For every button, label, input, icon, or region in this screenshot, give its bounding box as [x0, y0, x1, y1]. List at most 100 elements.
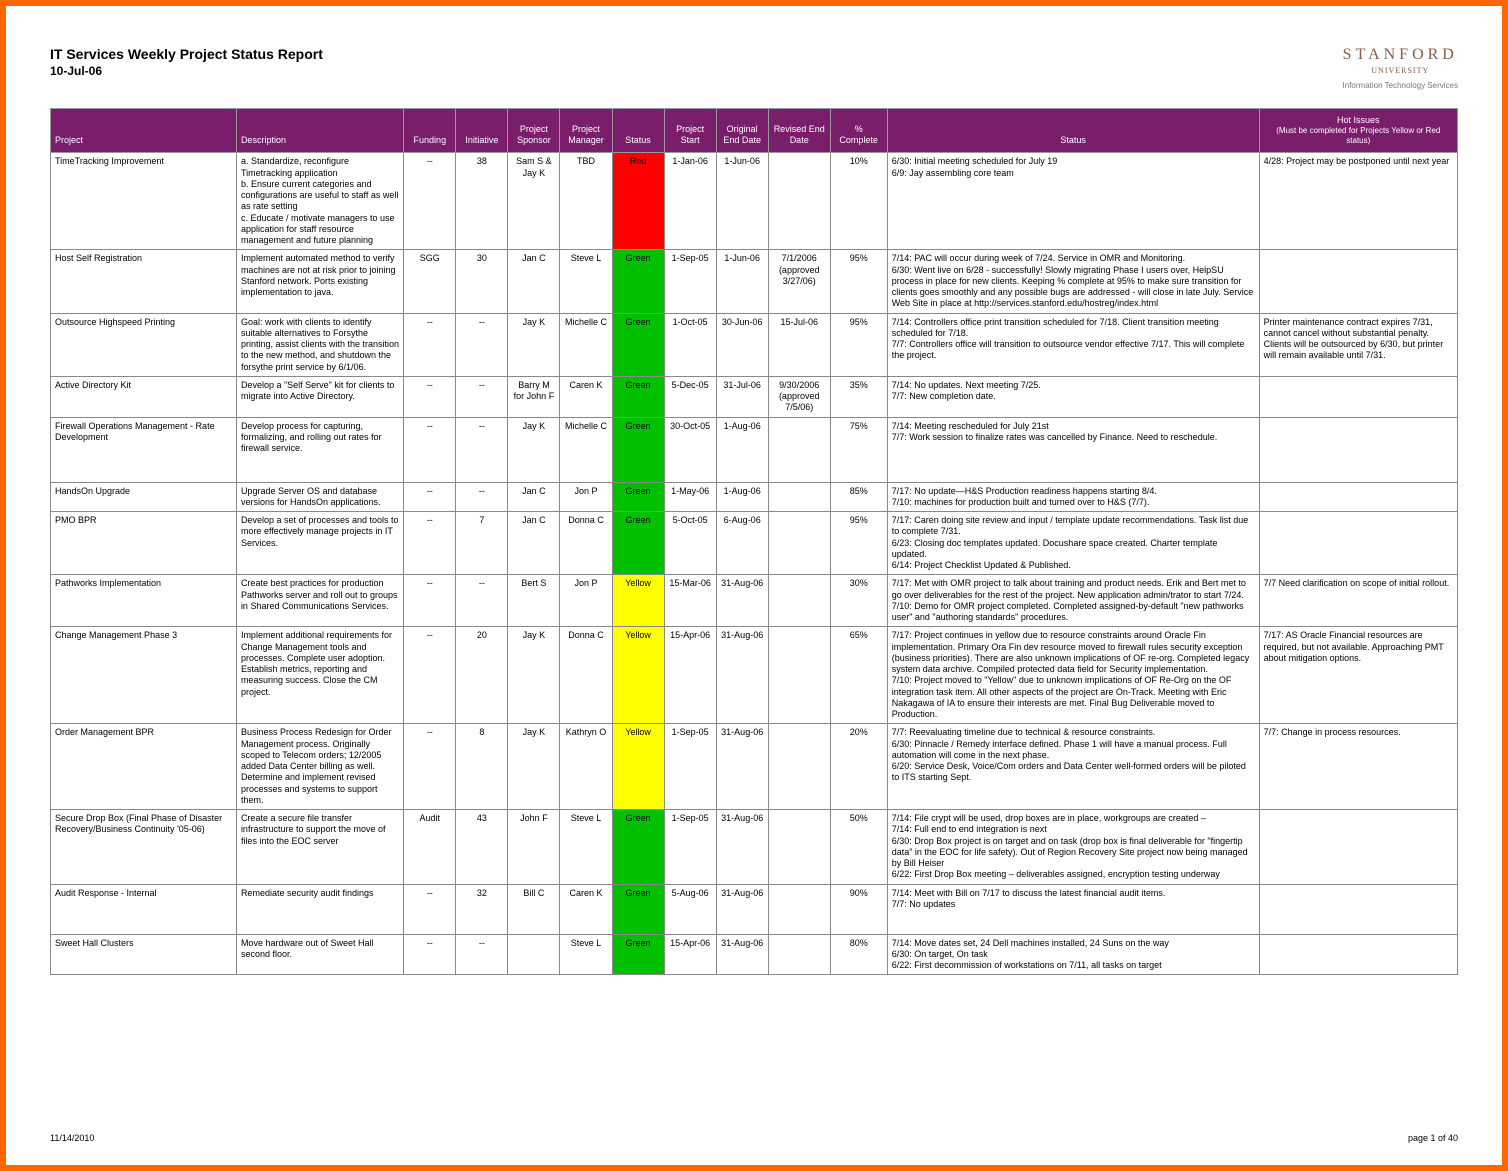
complete-cell: 95%: [830, 250, 887, 313]
start-cell: 5-Dec-05: [664, 376, 716, 417]
funding-cell: --: [404, 512, 456, 575]
table-row: Audit Response - InternalRemediate secur…: [51, 884, 1458, 934]
initiative-cell: 8: [456, 724, 508, 810]
table-body: TimeTracking Improvementa. Standardize, …: [51, 153, 1458, 975]
col-description: Description: [236, 109, 403, 153]
start-cell: 15-Mar-06: [664, 575, 716, 627]
status-cell: Green: [612, 417, 664, 482]
manager-cell: Michelle C: [560, 417, 612, 482]
sponsor-cell: Jay K: [508, 313, 560, 376]
report-header: IT Services Weekly Project Status Report…: [50, 46, 1458, 90]
funding-cell: --: [404, 884, 456, 934]
orig-end-cell: 30-Jun-06: [716, 313, 768, 376]
sponsor-cell: Bert S: [508, 575, 560, 627]
orig-end-cell: 6-Aug-06: [716, 512, 768, 575]
status-text-cell: 7/14: Meeting rescheduled for July 21st …: [887, 417, 1259, 482]
sponsor-cell: John F: [508, 810, 560, 885]
orig-end-cell: 31-Jul-06: [716, 376, 768, 417]
orig-end-cell: 31-Aug-06: [716, 724, 768, 810]
table-header: Project Description Funding Initiative P…: [51, 109, 1458, 153]
col-hot-issues: Hot Issues (Must be completed for Projec…: [1259, 109, 1457, 153]
description-cell: Business Process Redesign for Order Mana…: [236, 724, 403, 810]
brand-sub: UNIVERSITY: [1343, 66, 1458, 75]
initiative-cell: --: [456, 482, 508, 512]
funding-cell: --: [404, 482, 456, 512]
hot-header-sub: (Must be completed for Projects Yellow o…: [1264, 126, 1453, 146]
col-initiative: Initiative: [456, 109, 508, 153]
start-cell: 1-Sep-05: [664, 250, 716, 313]
project-cell: Firewall Operations Management - Rate De…: [51, 417, 237, 482]
manager-cell: Steve L: [560, 934, 612, 975]
table-row: Active Directory KitDevelop a "Self Serv…: [51, 376, 1458, 417]
page-footer: 11/14/2010 page 1 of 40: [50, 1133, 1458, 1143]
status-cell: Yellow: [612, 627, 664, 724]
start-cell: 30-Oct-05: [664, 417, 716, 482]
rev-end-cell: 7/1/2006 (approved 3/27/06): [768, 250, 830, 313]
funding-cell: --: [404, 376, 456, 417]
status-text-cell: 7/17: Met with OMR project to talk about…: [887, 575, 1259, 627]
status-cell: Green: [612, 810, 664, 885]
project-cell: PMO BPR: [51, 512, 237, 575]
funding-cell: SGG: [404, 250, 456, 313]
description-cell: Remediate security audit findings: [236, 884, 403, 934]
rev-end-cell: [768, 934, 830, 975]
table-row: PMO BPRDevelop a set of processes and to…: [51, 512, 1458, 575]
initiative-cell: --: [456, 575, 508, 627]
table-row: Secure Drop Box (Final Phase of Disaster…: [51, 810, 1458, 885]
description-cell: Create a secure file transfer infrastruc…: [236, 810, 403, 885]
manager-cell: Donna C: [560, 512, 612, 575]
sponsor-cell: Jay K: [508, 627, 560, 724]
complete-cell: 35%: [830, 376, 887, 417]
rev-end-cell: [768, 482, 830, 512]
hot-cell: Printer maintenance contract expires 7/3…: [1259, 313, 1457, 376]
initiative-cell: 20: [456, 627, 508, 724]
hot-cell: 7/17: AS Oracle Financial resources are …: [1259, 627, 1457, 724]
rev-end-cell: [768, 153, 830, 250]
rev-end-cell: [768, 884, 830, 934]
footer-page: page 1 of 40: [1408, 1133, 1458, 1143]
status-table: Project Description Funding Initiative P…: [50, 108, 1458, 975]
initiative-cell: 32: [456, 884, 508, 934]
status-cell: Green: [612, 884, 664, 934]
brand-main: STANFORD: [1343, 46, 1458, 64]
complete-cell: 95%: [830, 313, 887, 376]
table-row: Firewall Operations Management - Rate De…: [51, 417, 1458, 482]
initiative-cell: 43: [456, 810, 508, 885]
project-cell: Pathworks Implementation: [51, 575, 237, 627]
funding-cell: --: [404, 627, 456, 724]
complete-cell: 65%: [830, 627, 887, 724]
description-cell: Upgrade Server OS and database versions …: [236, 482, 403, 512]
footer-date: 11/14/2010: [50, 1133, 94, 1143]
rev-end-cell: [768, 810, 830, 885]
manager-cell: Michelle C: [560, 313, 612, 376]
status-text-cell: 7/14: Meet with Bill on 7/17 to discuss …: [887, 884, 1259, 934]
orig-end-cell: 1-Aug-06: [716, 482, 768, 512]
initiative-cell: --: [456, 313, 508, 376]
status-text-cell: 7/14: No updates. Next meeting 7/25. 7/7…: [887, 376, 1259, 417]
project-cell: Secure Drop Box (Final Phase of Disaster…: [51, 810, 237, 885]
start-cell: 1-Jan-06: [664, 153, 716, 250]
status-cell: Yellow: [612, 724, 664, 810]
funding-cell: --: [404, 724, 456, 810]
start-cell: 1-Sep-05: [664, 810, 716, 885]
table-row: Sweet Hall ClustersMove hardware out of …: [51, 934, 1458, 975]
brand-tag: Information Technology Services: [1343, 81, 1458, 90]
col-start: Project Start: [664, 109, 716, 153]
initiative-cell: --: [456, 417, 508, 482]
description-cell: Develop process for capturing, formalizi…: [236, 417, 403, 482]
complete-cell: 50%: [830, 810, 887, 885]
complete-cell: 80%: [830, 934, 887, 975]
title-block: IT Services Weekly Project Status Report…: [50, 46, 323, 78]
manager-cell: Steve L: [560, 810, 612, 885]
col-funding: Funding: [404, 109, 456, 153]
hot-cell: [1259, 250, 1457, 313]
report-page: IT Services Weekly Project Status Report…: [6, 6, 1502, 1165]
table-row: TimeTracking Improvementa. Standardize, …: [51, 153, 1458, 250]
rev-end-cell: 15-Jul-06: [768, 313, 830, 376]
col-rev-end: Revised End Date: [768, 109, 830, 153]
initiative-cell: 7: [456, 512, 508, 575]
status-cell: Green: [612, 512, 664, 575]
col-complete: % Complete: [830, 109, 887, 153]
manager-cell: TBD: [560, 153, 612, 250]
rev-end-cell: [768, 575, 830, 627]
